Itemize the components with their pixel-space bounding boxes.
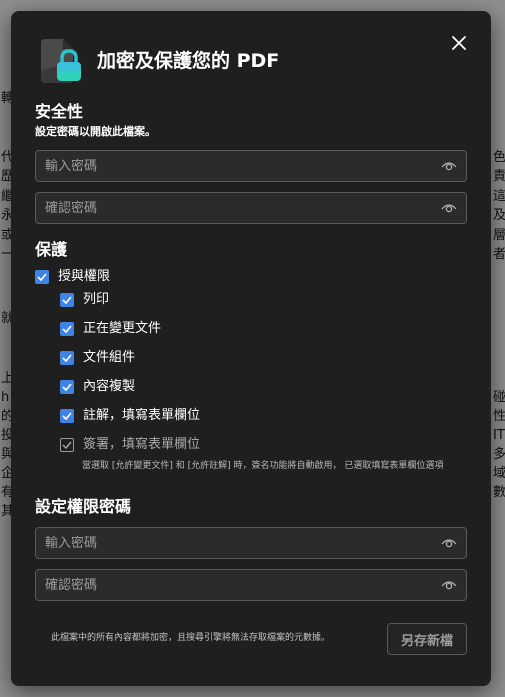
eye-icon[interactable] <box>440 200 458 216</box>
checkbox-checked[interactable] <box>60 293 74 307</box>
checkbox-checked[interactable] <box>60 409 74 423</box>
signing-note: 當選取 [允許變更文件] 和 [允許註解] 時，簽名功能將自動啟用， 已選取填寫… <box>82 461 444 471</box>
permission-label: 正在變更文件 <box>83 321 162 336</box>
security-heading: 安全性 <box>35 102 84 121</box>
encrypt-pdf-dialog: 加密及保護您的 PDF 安全性 設定密碼以開啟此檔案。 保護 授與權限 列印 正… <box>11 11 491 686</box>
permission-print-checkbox[interactable]: 列印 <box>60 291 109 309</box>
confirm-permission-password-field <box>35 569 467 601</box>
permission-label: 註解，填寫表單欄位 <box>83 408 201 423</box>
confirm-permission-password-input[interactable] <box>45 570 425 600</box>
confirm-open-password-field <box>35 192 467 224</box>
permission-content-copy-checkbox[interactable]: 內容複製 <box>60 378 135 396</box>
eye-icon[interactable] <box>440 535 458 551</box>
open-password-input[interactable] <box>45 151 425 181</box>
lock-file-icon <box>37 37 85 85</box>
confirm-open-password-input[interactable] <box>45 193 425 223</box>
permission-label: 簽署，填寫表單欄位 <box>83 437 201 452</box>
permission-change-document-checkbox[interactable]: 正在變更文件 <box>60 320 161 338</box>
checkbox-checked[interactable] <box>60 351 74 365</box>
security-subtitle: 設定密碼以開啟此檔案。 <box>35 125 156 138</box>
checkbox-disabled <box>60 438 74 452</box>
checkbox-checked[interactable] <box>35 270 49 284</box>
permission-password-input[interactable] <box>45 528 425 558</box>
permission-document-assembly-checkbox[interactable]: 文件組件 <box>60 349 135 367</box>
dialog-title: 加密及保護您的 PDF <box>97 50 280 72</box>
checkbox-checked[interactable] <box>60 380 74 394</box>
checkbox-checked[interactable] <box>60 322 74 336</box>
permission-comment-checkbox[interactable]: 註解，填寫表單欄位 <box>60 407 200 425</box>
permission-label: 文件組件 <box>83 350 136 365</box>
close-icon[interactable] <box>447 31 471 55</box>
encryption-footer-note: 此檔案中的所有內容都將加密，且搜尋引擎將無法存取檔案的元數據。 <box>51 633 331 643</box>
grant-permission-checkbox[interactable]: 授與權限 <box>35 268 110 286</box>
save-as-button[interactable]: 另存新檔 <box>387 623 467 655</box>
permission-label: 內容複製 <box>83 379 136 394</box>
grant-permission-label: 授與權限 <box>58 269 111 284</box>
protection-heading: 保護 <box>35 240 68 259</box>
eye-icon[interactable] <box>440 577 458 593</box>
open-password-field <box>35 150 467 182</box>
permission-password-field <box>35 527 467 559</box>
permission-password-heading: 設定權限密碼 <box>35 497 132 516</box>
permission-label: 列印 <box>83 292 110 307</box>
eye-icon[interactable] <box>440 158 458 174</box>
permission-sign-checkbox: 簽署，填寫表單欄位 <box>60 436 200 454</box>
